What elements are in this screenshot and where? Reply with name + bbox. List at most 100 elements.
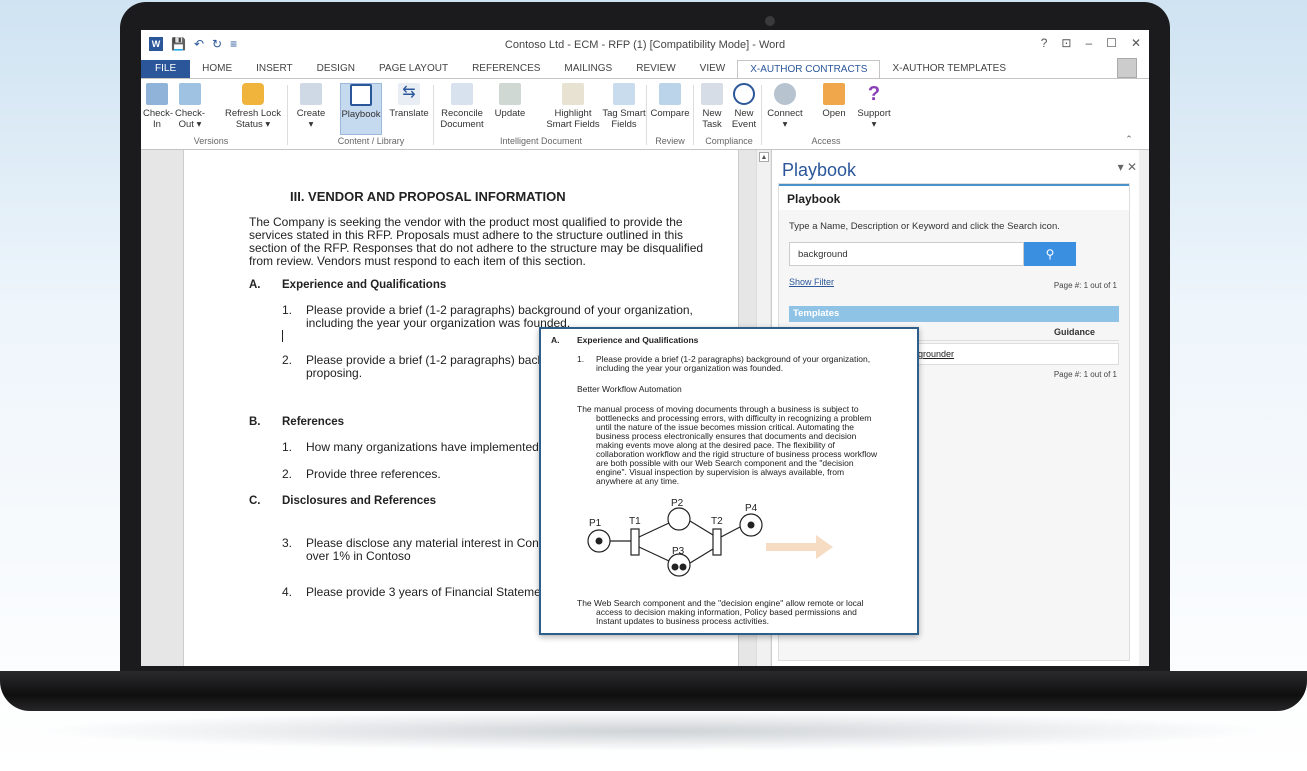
preview-letter: A. [551, 335, 560, 345]
pane-scrollbar[interactable] [1139, 150, 1149, 666]
section-b-title: References [282, 416, 345, 428]
pane-title: Playbook [782, 160, 857, 180]
tab-references[interactable]: REFERENCES [460, 60, 552, 78]
help-button[interactable]: ? [1041, 36, 1048, 50]
group-separator [433, 85, 434, 145]
item-a1-line-2: including the year your organization was… [306, 316, 571, 330]
item-a2-number: 2. [282, 353, 293, 367]
pane-options-icon[interactable]: ▾ [1118, 160, 1124, 174]
templates-header[interactable]: Templates [789, 306, 1119, 322]
refresh-lock-status-button[interactable]: Refresh Lock Status ▾ [225, 83, 281, 130]
template-link[interactable]: grounder [918, 349, 954, 359]
tab-review[interactable]: REVIEW [624, 60, 687, 78]
tab-home[interactable]: HOME [190, 60, 244, 78]
ribbon-display-button[interactable]: ⊡ [1061, 36, 1071, 50]
clock-icon [733, 83, 755, 105]
task-icon [701, 83, 723, 105]
create-icon [300, 83, 322, 105]
search-input[interactable]: background [789, 242, 1024, 266]
show-filter-link[interactable]: Show Filter [789, 277, 834, 287]
new-event-button[interactable]: New Event [729, 83, 759, 130]
compare-button[interactable]: Compare [649, 83, 691, 119]
window-title: Contoso Ltd - ECM - RFP (1) [Compatibili… [504, 39, 786, 51]
tab-view[interactable]: VIEW [688, 60, 738, 78]
lock-icon [242, 83, 264, 105]
arrow-icon [766, 535, 833, 559]
translate-button[interactable]: ⇆ Translate [387, 83, 431, 119]
check-out-button[interactable]: Check- Out ▾ [173, 83, 207, 130]
label-p2: P2 [671, 499, 684, 509]
group-separator [761, 85, 762, 145]
tab-file[interactable]: FILE [141, 60, 191, 78]
highlight-label: Highlight Smart Fields [546, 108, 600, 130]
collapse-ribbon-icon[interactable]: ⌃ [1119, 134, 1139, 145]
label-p4: P4 [745, 503, 758, 514]
group-compliance: Compliance [705, 136, 753, 146]
item-c3-line-2: over 1% in Contoso [306, 549, 411, 563]
pane-close-icon[interactable]: ✕ [1127, 160, 1137, 174]
tab-x-author-contracts[interactable]: X-AUTHOR CONTRACTS [737, 59, 881, 79]
scroll-up-icon[interactable]: ▲ [759, 152, 769, 162]
workflow-diagram: P1 T1 P2 P3 T2 P4 [587, 499, 833, 577]
translate-label: Translate [389, 108, 429, 119]
window-controls: ? ⊡ – ☐ ✕ [1041, 36, 1141, 50]
reconcile-document-button[interactable]: Reconcile Document [437, 83, 487, 130]
item-b2-number: 2. [282, 467, 293, 481]
item-c3-number: 3. [282, 536, 293, 550]
search-button[interactable]: ⚲ [1024, 242, 1076, 266]
item-a2-line-2: proposing. [306, 366, 363, 380]
connect-button[interactable]: Connect ▾ [765, 83, 805, 130]
tag-icon [613, 83, 635, 105]
label-p3: P3 [672, 546, 685, 557]
create-button[interactable]: Create ▾ [294, 83, 328, 130]
preview-item-line-2: including the year your organization was… [596, 363, 784, 373]
tab-mailings[interactable]: MAILINGS [552, 60, 624, 78]
item-c4-text: Please provide 3 years of Financial Stat… [306, 585, 557, 599]
transition-t2 [712, 528, 722, 556]
connect-icon [774, 83, 796, 105]
tab-insert[interactable]: INSERT [244, 60, 305, 78]
highlight-smart-fields-button[interactable]: Highlight Smart Fields [545, 83, 601, 130]
open-label: Open [822, 108, 846, 119]
support-label: Support ▾ [857, 108, 891, 130]
group-access: Access [811, 136, 841, 146]
section-b-letter: B. [249, 416, 261, 428]
user-avatar[interactable] [1117, 58, 1137, 78]
search-instruction: Type a Name, Description or Keyword and … [789, 221, 1060, 232]
playbook-button[interactable]: Playbook [340, 83, 382, 135]
tab-design[interactable]: DESIGN [305, 60, 367, 78]
minimize-button[interactable]: – [1085, 36, 1092, 50]
preview-para-9: anywhere at any time. [596, 476, 680, 486]
update-button[interactable]: Update [491, 83, 529, 119]
section-heading: III. VENDOR AND PROPOSAL INFORMATION [290, 189, 566, 204]
check-in-label: Check- In [143, 108, 174, 130]
section-c-letter: C. [249, 495, 261, 507]
laptop-base [0, 671, 1307, 711]
new-task-button[interactable]: New Task [697, 83, 727, 130]
question-icon: ? [867, 83, 881, 105]
item-b1-number: 1. [282, 440, 293, 454]
open-button[interactable]: Open [817, 83, 851, 119]
label-t1: T1 [629, 516, 641, 527]
maximize-button[interactable]: ☐ [1106, 36, 1117, 50]
close-button[interactable]: ✕ [1131, 36, 1141, 50]
compare-icon [659, 83, 681, 105]
check-in-button[interactable]: Check- In [143, 83, 174, 130]
place-p3 [667, 553, 691, 577]
laptop-shadow [30, 711, 1277, 751]
update-icon [499, 83, 521, 105]
tag-smart-fields-button[interactable]: Tag Smart Fields [601, 83, 647, 130]
tab-page-layout[interactable]: PAGE LAYOUT [367, 60, 460, 78]
page-indicator-2: Page #: 1 out of 1 [1053, 370, 1117, 379]
word-window: W 💾 ↶ ↻ ≡ Contoso Ltd - ECM - RFP (1) [C… [141, 30, 1149, 666]
ribbon: Check- In Check- Out ▾ Refresh Lock Stat… [141, 78, 1149, 150]
item-c4-number: 4. [282, 585, 293, 599]
support-button[interactable]: ? Support ▾ [855, 83, 893, 130]
group-separator [693, 85, 694, 145]
new-event-label: New Event [731, 108, 757, 130]
tab-x-author-templates[interactable]: X-AUTHOR TEMPLATES [880, 60, 1018, 78]
preview-heading: Experience and Qualifications [577, 335, 699, 345]
search-icon: ⚲ [1045, 247, 1055, 261]
section-a-letter: A. [249, 279, 261, 291]
reconcile-label: Reconcile Document [440, 108, 484, 130]
